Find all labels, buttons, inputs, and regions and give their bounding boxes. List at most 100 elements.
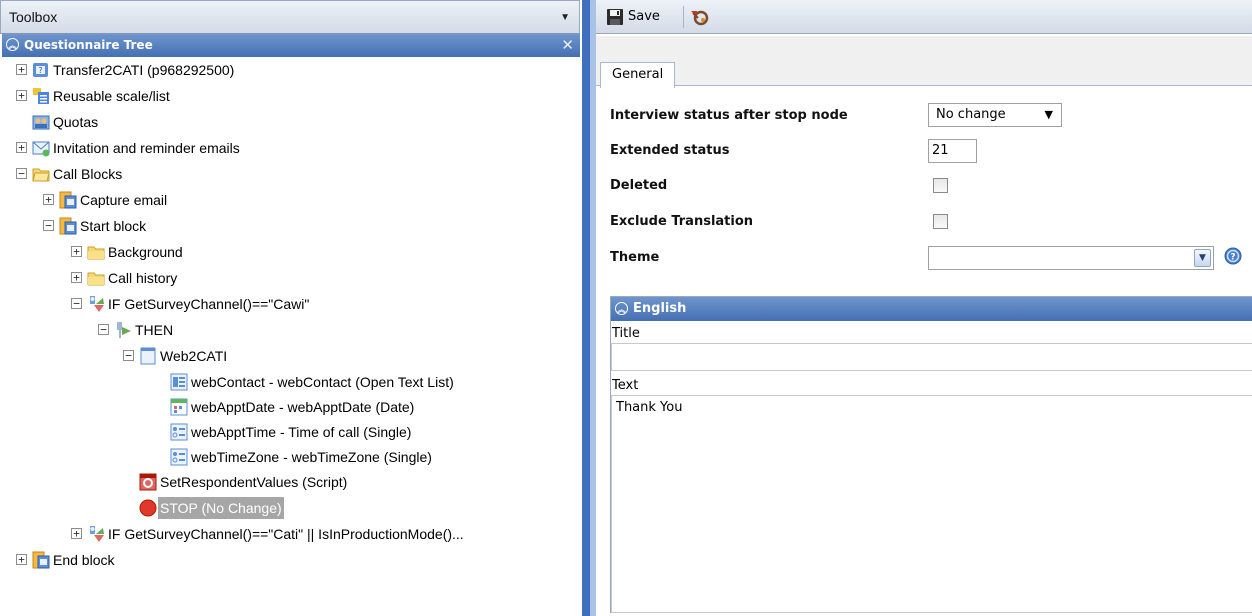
- script-icon: [139, 473, 157, 491]
- extended-status-input[interactable]: 21: [928, 139, 977, 163]
- tree-node[interactable]: + Invitation and reminder emails: [2, 137, 580, 159]
- toolbox-title: Toolbox: [9, 9, 58, 25]
- tree-node[interactable]: + IF GetSurveyChannel()=="Cati" || IsInPr…: [2, 523, 580, 545]
- right-panel: Save General Interview status after stop…: [596, 0, 1252, 616]
- expand-icon[interactable]: +: [71, 272, 82, 283]
- svg-text:?: ?: [1230, 253, 1235, 263]
- tree-node[interactable]: webContact - webContact (Open Text List): [2, 371, 580, 393]
- extended-status-label: Extended status: [610, 143, 730, 158]
- tree-node-label: Reusable scale/list: [53, 88, 170, 104]
- tree-node[interactable]: +? Transfer2CATI (p968292500): [2, 59, 580, 81]
- list-icon: [33, 88, 49, 104]
- open-text-list-icon: [170, 373, 188, 391]
- title-input[interactable]: [611, 343, 1252, 371]
- tree-node-label: webTimeZone - webTimeZone (Single): [191, 449, 432, 465]
- folder-icon: [87, 272, 105, 286]
- save-button[interactable]: Save: [606, 6, 660, 28]
- questionnaire-tree-header: ︽ Questionnaire Tree ✕: [2, 34, 580, 57]
- tree-node-label: webApptTime - Time of call (Single): [191, 424, 412, 440]
- tree-node[interactable]: webApptTime - Time of call (Single): [2, 421, 580, 443]
- expand-icon[interactable]: +: [71, 246, 82, 257]
- interview-status-label: Interview status after stop node: [610, 108, 848, 123]
- undo-icon[interactable]: [688, 7, 710, 27]
- tab-bar: General: [596, 36, 1252, 88]
- text-area[interactable]: Thank You: [611, 395, 1252, 613]
- collapse-tree-icon[interactable]: −: [123, 350, 134, 361]
- collapse-tree-icon[interactable]: −: [16, 168, 27, 179]
- collapse-icon[interactable]: ︽: [615, 302, 628, 315]
- tree-node-label: IF GetSurveyChannel()=="Cawi": [108, 296, 310, 312]
- tree-node[interactable]: − Web2CATI: [2, 345, 580, 367]
- interview-status-select[interactable]: No change ▼: [928, 103, 1062, 127]
- tree-node[interactable]: + Capture email: [2, 189, 580, 211]
- text-label: Text: [612, 378, 639, 393]
- date-icon: [170, 398, 188, 416]
- close-icon[interactable]: ✕: [561, 34, 574, 56]
- tree-node-label: End block: [53, 552, 115, 568]
- tree-node[interactable]: − Start block: [2, 215, 580, 237]
- tree-node[interactable]: SetRespondentValues (Script): [2, 471, 580, 493]
- tree-node[interactable]: webTimeZone - webTimeZone (Single): [2, 446, 580, 468]
- tree-node-label: STOP (No Change): [158, 497, 284, 519]
- tab-general[interactable]: General: [600, 62, 676, 88]
- toolbar-separator: [683, 6, 684, 28]
- expand-icon[interactable]: +: [43, 194, 54, 205]
- collapse-icon[interactable]: ︽: [6, 38, 19, 51]
- expand-icon[interactable]: +: [16, 142, 27, 153]
- tree-node[interactable]: − IF GetSurveyChannel()=="Cawi": [2, 293, 580, 315]
- expand-icon[interactable]: +: [16, 90, 27, 101]
- floppy-disk-icon: [607, 9, 623, 25]
- dropdown-arrow-icon: ▼: [1044, 108, 1053, 121]
- condition-icon: [90, 296, 104, 312]
- tree-node-label: Invitation and reminder emails: [53, 140, 240, 156]
- then-icon: [117, 322, 131, 338]
- deleted-label: Deleted: [610, 178, 668, 193]
- tree-node-label: Call Blocks: [53, 166, 123, 182]
- save-label: Save: [628, 9, 660, 24]
- expand-icon[interactable]: +: [71, 528, 82, 539]
- collapse-tree-icon[interactable]: −: [98, 324, 109, 335]
- tree-node[interactable]: Quotas: [2, 111, 580, 133]
- expand-icon[interactable]: +: [16, 554, 27, 565]
- english-panel: ︽ English Title Text Thank You: [610, 296, 1252, 613]
- help-icon[interactable]: ?: [1224, 247, 1242, 265]
- tree-node-label: Start block: [80, 218, 147, 234]
- condition-icon: [90, 526, 104, 542]
- tree-node[interactable]: + Background: [2, 241, 580, 263]
- theme-select[interactable]: ▼: [928, 246, 1214, 270]
- collapse-tree-icon[interactable]: −: [43, 220, 54, 231]
- tree-node-label: IF GetSurveyChannel()=="Cati" || IsInPro…: [108, 526, 464, 542]
- tree-node[interactable]: + Call history: [2, 267, 580, 289]
- english-panel-header: ︽ English: [611, 297, 1252, 321]
- quotas-icon: [32, 115, 50, 130]
- tree-node-label: webContact - webContact (Open Text List): [191, 374, 454, 390]
- collapse-tree-icon[interactable]: −: [71, 298, 82, 309]
- tree-node[interactable]: + End block: [2, 549, 580, 571]
- editor-toolbar: Save: [596, 0, 1252, 34]
- theme-label: Theme: [610, 250, 660, 265]
- tree-node[interactable]: STOP (No Change): [2, 497, 580, 519]
- tree-node-label: Call history: [108, 270, 178, 286]
- exclude-translation-label: Exclude Translation: [610, 214, 754, 229]
- tree-node-label: webApptDate - webApptDate (Date): [191, 399, 415, 415]
- exclude-translation-checkbox[interactable]: [933, 214, 948, 229]
- tree-node-label: Quotas: [53, 114, 99, 130]
- tree-node[interactable]: − Call Blocks: [2, 163, 580, 185]
- email-icon: [32, 141, 50, 157]
- deleted-checkbox[interactable]: [933, 178, 948, 193]
- folder-open-icon: [32, 168, 50, 182]
- interview-status-value: No change: [936, 107, 1006, 122]
- tree-node[interactable]: − THEN: [2, 319, 580, 341]
- toolbox-dropdown-icon[interactable]: ▼: [560, 2, 570, 34]
- chevron-down-icon[interactable]: ▼: [1194, 249, 1211, 267]
- questionnaire-tree-title: Questionnaire Tree: [24, 38, 153, 52]
- tree-node-label: Background: [108, 244, 183, 260]
- tree-node[interactable]: + Reusable scale/list: [2, 85, 580, 107]
- expand-icon[interactable]: +: [16, 64, 27, 75]
- toolbox-header[interactable]: Toolbox ▼: [0, 0, 580, 34]
- tree-node-label: SetRespondentValues (Script): [160, 474, 348, 490]
- tree-node-label: THEN: [135, 322, 174, 338]
- tree-node-label: Transfer2CATI (p968292500): [53, 62, 235, 78]
- block-icon: [59, 191, 77, 209]
- tree-node[interactable]: webApptDate - webApptDate (Date): [2, 396, 580, 418]
